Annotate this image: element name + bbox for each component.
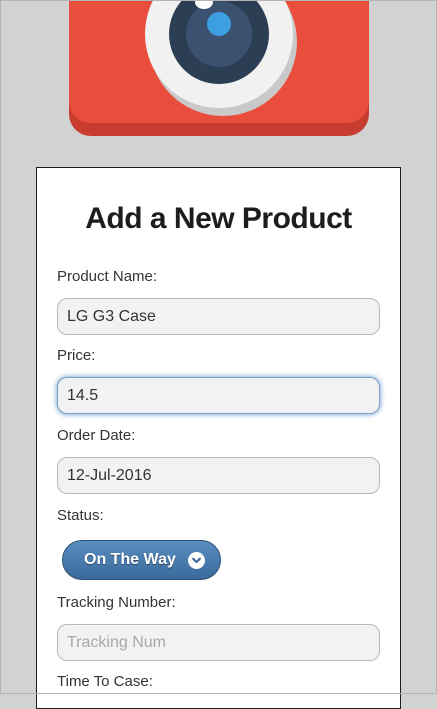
tracking-number-label: Tracking Number: <box>57 594 176 611</box>
order-date-label: Order Date: <box>57 427 136 444</box>
price-label: Price: <box>57 347 96 364</box>
camera-icon <box>69 0 369 136</box>
status-label: Status: <box>57 507 104 524</box>
tracking-number-input[interactable] <box>57 624 380 661</box>
order-date-input[interactable] <box>57 457 380 494</box>
lens-core <box>207 12 231 36</box>
status-select-button[interactable]: On The Way <box>62 540 221 580</box>
product-name-label: Product Name: <box>57 268 158 285</box>
status-selected-value: On The Way <box>84 551 176 568</box>
price-input[interactable] <box>57 377 380 414</box>
camera-body <box>69 0 369 123</box>
product-name-input[interactable] <box>57 298 380 335</box>
chevron-down-icon <box>188 552 205 569</box>
add-product-form: Add a New Product Product Name: Price: O… <box>36 167 401 709</box>
form-title: Add a New Product <box>85 202 352 235</box>
time-to-case-label: Time To Case: <box>57 673 153 690</box>
